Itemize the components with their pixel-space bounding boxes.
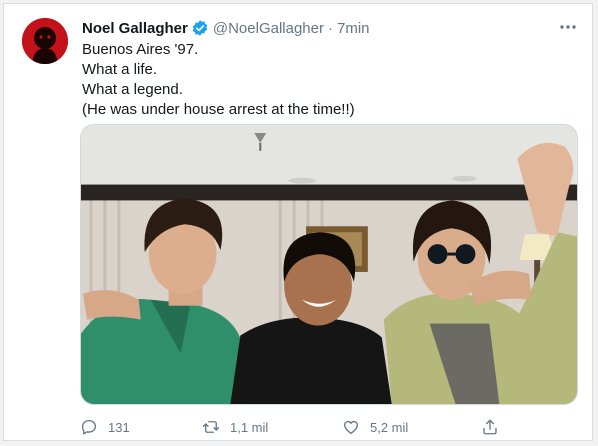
author-name[interactable]: Noel Gallagher	[82, 20, 188, 37]
separator-dot: ·	[328, 19, 333, 37]
retweet-button[interactable]: 1,1 mil	[202, 416, 268, 438]
reply-count: 131	[108, 419, 130, 435]
tweet-text-line: (He was under house arrest at the time!!…	[82, 101, 355, 118]
tweet-header: Noel Gallagher @NoelGallagher · 7min	[82, 17, 370, 39]
retweet-icon	[202, 421, 220, 433]
share-icon	[483, 419, 497, 435]
share-button[interactable]	[481, 416, 499, 438]
more-options-icon[interactable]	[558, 17, 578, 37]
tweet-text: Buenos Aires '97. What a life. What a le…	[82, 40, 572, 120]
heart-icon	[343, 420, 359, 435]
retweet-count: 1,1 mil	[230, 419, 269, 435]
avatar[interactable]	[22, 18, 68, 64]
verified-badge-icon	[191, 19, 209, 37]
tweet-photo[interactable]	[80, 124, 578, 405]
tweet-actions: 131 1,1 mil 5,2 mil	[80, 416, 510, 438]
timestamp[interactable]: 7min	[337, 20, 370, 37]
author-handle[interactable]: @NoelGallagher	[213, 20, 324, 37]
tweet-text-line: What a legend.	[82, 81, 183, 98]
tweet-card[interactable]: Noel Gallagher @NoelGallagher · 7min Bue…	[3, 3, 593, 441]
tweet-text-line: What a life.	[82, 61, 158, 78]
tweet-text-line: Buenos Aires '97.	[82, 41, 199, 58]
reply-button[interactable]: 131	[80, 416, 130, 438]
like-button[interactable]: 5,2 mil	[342, 416, 408, 438]
reply-icon	[81, 419, 97, 435]
like-count: 5,2 mil	[370, 419, 409, 435]
